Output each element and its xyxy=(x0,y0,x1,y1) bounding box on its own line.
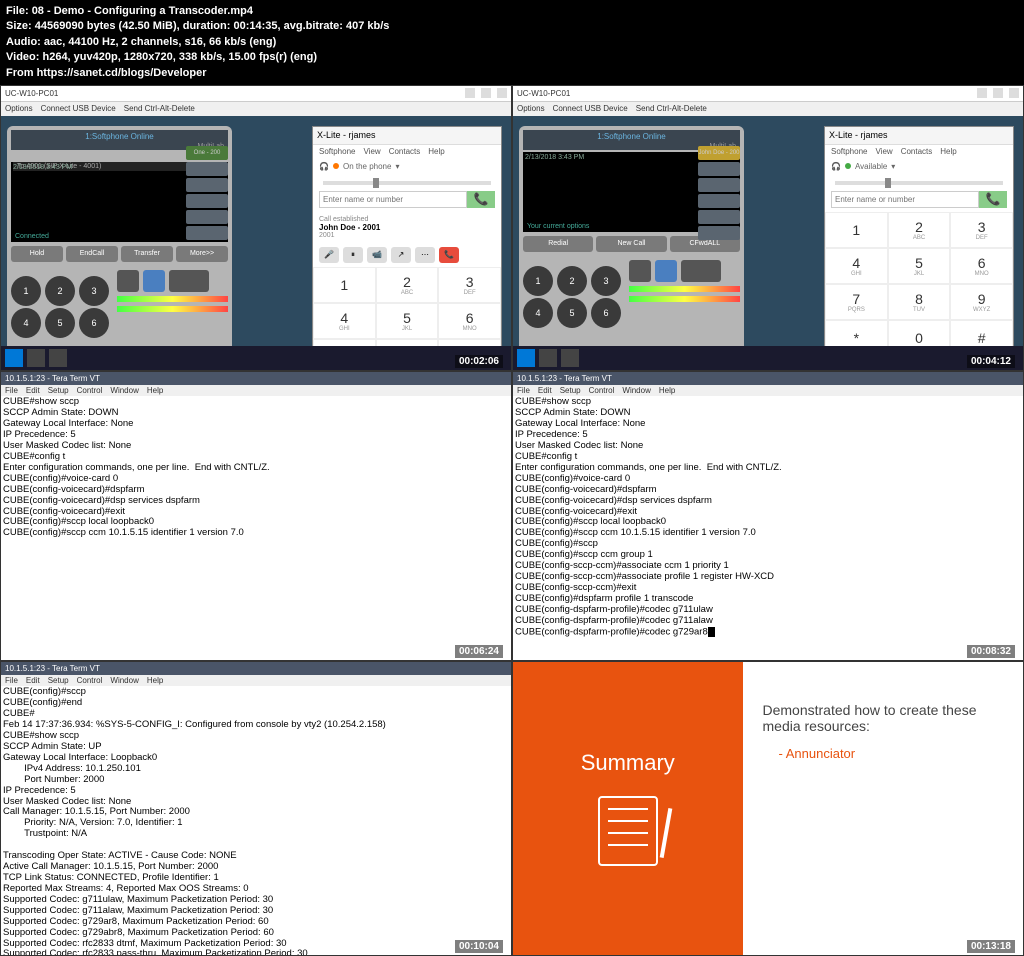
newcall-button[interactable]: New Call xyxy=(596,236,666,252)
task-icon[interactable] xyxy=(27,349,45,367)
dialpad-key[interactable]: 8TUV xyxy=(888,284,951,320)
mute-button[interactable]: 🎤 xyxy=(319,247,339,263)
checklist-icon xyxy=(598,796,658,866)
dial-input[interactable] xyxy=(319,191,467,208)
key-5[interactable]: 5 xyxy=(45,308,75,338)
transfer-button[interactable]: Transfer xyxy=(121,246,173,262)
vm-titlebar: UC-W10-PC01 xyxy=(1,86,511,102)
line-button[interactable] xyxy=(186,178,228,192)
key-1[interactable]: 1 xyxy=(11,276,41,306)
redial-button[interactable]: Redial xyxy=(523,236,593,252)
dialpad-key[interactable]: 1 xyxy=(313,267,376,303)
cisco-softphone: 1:Softphone Online MultiLab 2/13/2018 3:… xyxy=(7,126,232,371)
terminal-panel-2: 10.1.5.1:23 - Tera Term VT FileEdit Setu… xyxy=(512,371,1024,661)
dialpad-key[interactable]: 2ABC xyxy=(888,212,951,248)
transfer-button[interactable]: ↗ xyxy=(391,247,411,263)
dialpad-key[interactable]: 1 xyxy=(825,212,888,248)
hold-button[interactable]: Hold xyxy=(11,246,63,262)
dialpad-key[interactable]: 7PQRS xyxy=(825,284,888,320)
terminal-output[interactable]: CUBE#show sccp SCCP Admin State: DOWN Ga… xyxy=(513,396,1023,639)
headset-icon: 🎧 xyxy=(319,162,329,171)
dial-input[interactable] xyxy=(831,191,979,208)
terminal-output[interactable]: CUBE(config)#sccp CUBE(config)#end CUBE#… xyxy=(1,686,511,956)
maximize-icon[interactable] xyxy=(481,88,491,98)
summary-panel: Summary Demonstrated how to create these… xyxy=(512,661,1024,956)
key-2[interactable]: 2 xyxy=(45,276,75,306)
line-button[interactable] xyxy=(186,194,228,208)
line-button[interactable] xyxy=(186,162,228,176)
hold-button[interactable]: ⏸ xyxy=(343,247,363,263)
key-4[interactable]: 4 xyxy=(11,308,41,338)
info-icon[interactable] xyxy=(143,270,165,292)
line-button[interactable] xyxy=(186,226,228,240)
key-3[interactable]: 3 xyxy=(79,276,109,306)
video-button[interactable]: 📹 xyxy=(367,247,387,263)
more-button[interactable]: More>> xyxy=(176,246,228,262)
nav-icon[interactable] xyxy=(169,270,209,292)
dialpad-key[interactable]: 5JKL xyxy=(888,248,951,284)
summary-item: - Annunciator xyxy=(763,746,1004,761)
line-button[interactable]: One - 200 xyxy=(186,146,228,160)
dialpad-key[interactable]: 9WXYZ xyxy=(950,284,1013,320)
screenshot-panel-2: UC-W10-PC01 OptionsConnect USB DeviceSen… xyxy=(512,85,1024,371)
softphone-title: 1:Softphone Online xyxy=(11,130,228,143)
hangup-button[interactable]: 📞 xyxy=(439,247,459,263)
dialpad-key[interactable]: 2ABC xyxy=(376,267,439,303)
vm-menubar: Options Connect USB Device Send Ctrl-Alt… xyxy=(1,102,511,116)
minimize-icon[interactable] xyxy=(465,88,475,98)
dialpad-key[interactable]: 3DEF xyxy=(438,267,501,303)
dialpad-key[interactable]: 6MNO xyxy=(950,248,1013,284)
line-button[interactable] xyxy=(186,210,228,224)
timestamp: 00:02:06 xyxy=(455,355,503,368)
dialpad: 123 456 xyxy=(11,276,111,338)
terminal-panel-3: 10.1.5.1:23 - Tera Term VT FileEdit Setu… xyxy=(0,661,512,956)
taskbar xyxy=(1,346,511,370)
terminal-panel-1: 10.1.5.1:23 - Tera Term VT FileEdit Setu… xyxy=(0,371,512,661)
dialpad-key[interactable]: 3DEF xyxy=(950,212,1013,248)
summary-heading: Demonstrated how to create these media r… xyxy=(763,702,1004,734)
cisco-softphone: 1:Softphone Online MultiLab 2/13/2018 3:… xyxy=(519,126,744,371)
more-button[interactable]: ⋯ xyxy=(415,247,435,263)
xlite-softphone: X-Lite - rjames Softphone View Contacts … xyxy=(312,126,502,371)
file-info-header: File: 08 - Demo - Configuring a Transcod… xyxy=(0,0,1024,85)
headset-icon: 🎧 xyxy=(831,162,841,171)
key-6[interactable]: 6 xyxy=(79,308,109,338)
summary-title: Summary xyxy=(581,750,675,776)
dialpad-key[interactable]: 4GHI xyxy=(313,303,376,339)
xlite-softphone: X-Lite - rjames SoftphoneView ContactsHe… xyxy=(824,126,1014,371)
endcall-button[interactable]: EndCall xyxy=(66,246,118,262)
start-icon[interactable] xyxy=(5,349,23,367)
close-icon[interactable] xyxy=(497,88,507,98)
dialpad-key[interactable]: 4GHI xyxy=(825,248,888,284)
mute-icon[interactable] xyxy=(117,270,139,292)
volume-slider[interactable] xyxy=(835,181,1003,185)
dialpad-key[interactable]: 6MNO xyxy=(438,303,501,339)
task-icon[interactable] xyxy=(49,349,67,367)
line-button[interactable]: John Doe - 200 xyxy=(698,146,740,160)
dialpad-key[interactable]: 5JKL xyxy=(376,303,439,339)
terminal-output[interactable]: CUBE#show sccp SCCP Admin State: DOWN Ga… xyxy=(1,396,511,540)
screenshot-panel-1: UC-W10-PC01 Options Connect USB Device S… xyxy=(0,85,512,371)
call-button[interactable]: 📞 xyxy=(979,191,1007,208)
call-button[interactable]: 📞 xyxy=(467,191,495,208)
volume-slider[interactable] xyxy=(323,181,491,185)
